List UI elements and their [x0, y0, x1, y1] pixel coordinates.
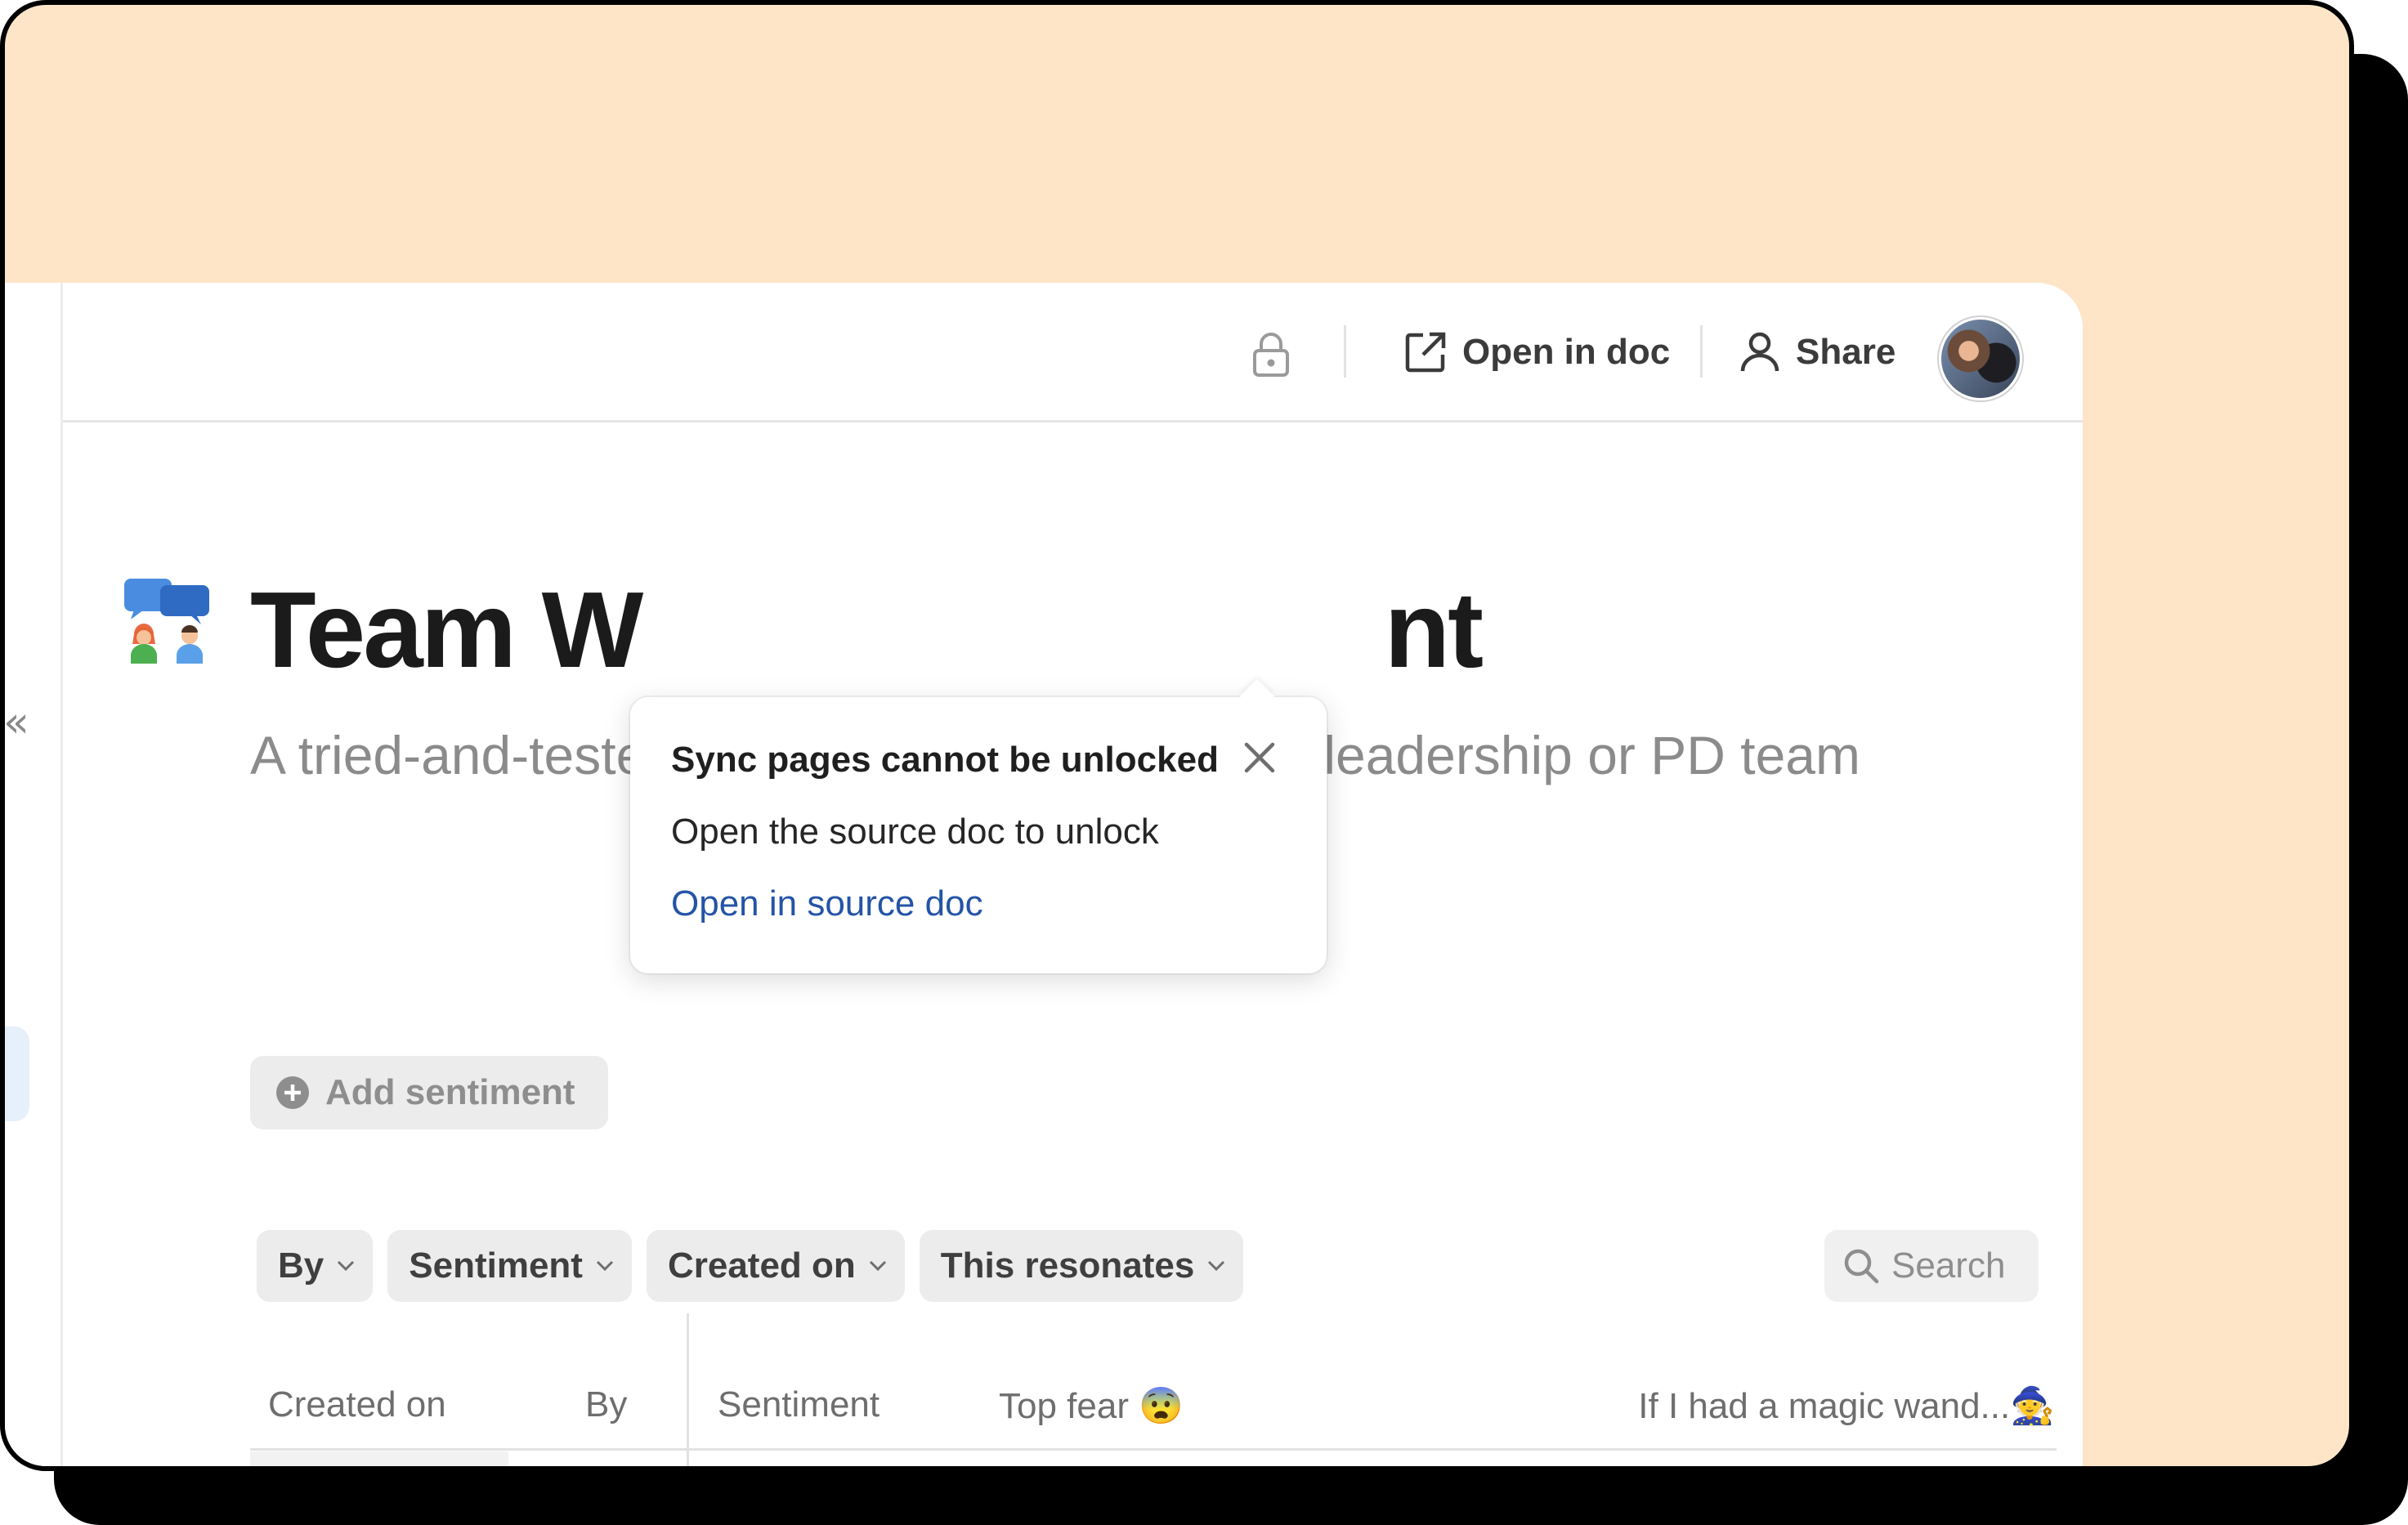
share-label: Share — [1796, 332, 1896, 372]
open-in-doc-label: Open in doc — [1462, 332, 1671, 372]
close-icon[interactable] — [1240, 738, 1279, 777]
collapse-sidebar-icon[interactable]: « — [5, 701, 29, 744]
open-in-source-doc-link[interactable]: Open in source doc — [671, 883, 983, 924]
popover-message: Open the source doc to unlock — [671, 812, 1159, 852]
person-icon — [1740, 332, 1779, 372]
locked-page-popover: Sync pages cannot be unlocked Open the s… — [630, 678, 1327, 973]
add-sentiment-button[interactable]: Add sentiment — [250, 1056, 608, 1129]
filter-label: This resonates — [940, 1245, 1195, 1286]
open-in-doc-button[interactable]: Open in doc — [1403, 324, 1670, 381]
add-sentiment-label: Add sentiment — [325, 1072, 575, 1112]
filter-this-resonates[interactable]: This resonates — [919, 1230, 1244, 1302]
popover-title: Sync pages cannot be unlocked — [671, 740, 1219, 780]
toolbar-divider — [1344, 325, 1346, 378]
filter-label: Created on — [667, 1245, 856, 1286]
table-header: Created on By Sentiment Top fear 😨 If I … — [250, 1380, 2057, 1451]
filter-label: By — [278, 1245, 324, 1286]
plus-circle-icon — [276, 1076, 309, 1109]
user-avatar[interactable] — [1939, 317, 2022, 400]
lock-icon — [1253, 333, 1289, 377]
page-toolbar: Open in doc Share — [63, 283, 2083, 423]
column-header-by[interactable]: By — [585, 1384, 627, 1425]
column-header-sentiment[interactable]: Sentiment — [718, 1384, 880, 1425]
filter-label: Sentiment — [409, 1245, 583, 1286]
filter-bar: By Sentiment Created on This resonates — [257, 1230, 1244, 1302]
search-box[interactable] — [1824, 1230, 2039, 1302]
search-icon — [1844, 1249, 1879, 1284]
team-emoji-icon — [124, 579, 209, 664]
left-rail-border — [60, 283, 63, 1466]
app-window: « Open in doc Share Team W nt A tried-an… — [5, 283, 2083, 1466]
column-header-magic-wand[interactable]: If I had a magic wand...🧙 — [1638, 1384, 2055, 1427]
screenshot-frame: « Open in doc Share Team W nt A tried-an… — [0, 0, 2354, 1471]
column-header-top-fear[interactable]: Top fear 😨 — [999, 1384, 1184, 1427]
search-input[interactable] — [1891, 1245, 2030, 1286]
table-row[interactable] — [250, 1451, 508, 1466]
chevron-down-icon — [596, 1260, 614, 1272]
share-button[interactable]: Share — [1739, 324, 1896, 381]
page-title: Team W nt — [250, 570, 1484, 690]
filter-by[interactable]: By — [257, 1230, 374, 1302]
chevron-down-icon — [1208, 1260, 1225, 1272]
toolbar-divider — [1700, 325, 1703, 378]
external-link-icon — [1405, 332, 1446, 373]
filter-sentiment[interactable]: Sentiment — [387, 1230, 632, 1302]
sidebar-tab[interactable] — [5, 1026, 29, 1121]
chevron-down-icon — [869, 1260, 886, 1272]
column-header-created-on[interactable]: Created on — [268, 1384, 446, 1425]
lock-button[interactable] — [1248, 330, 1294, 379]
filter-created-on[interactable]: Created on — [646, 1230, 905, 1302]
chevron-down-icon — [338, 1260, 355, 1272]
